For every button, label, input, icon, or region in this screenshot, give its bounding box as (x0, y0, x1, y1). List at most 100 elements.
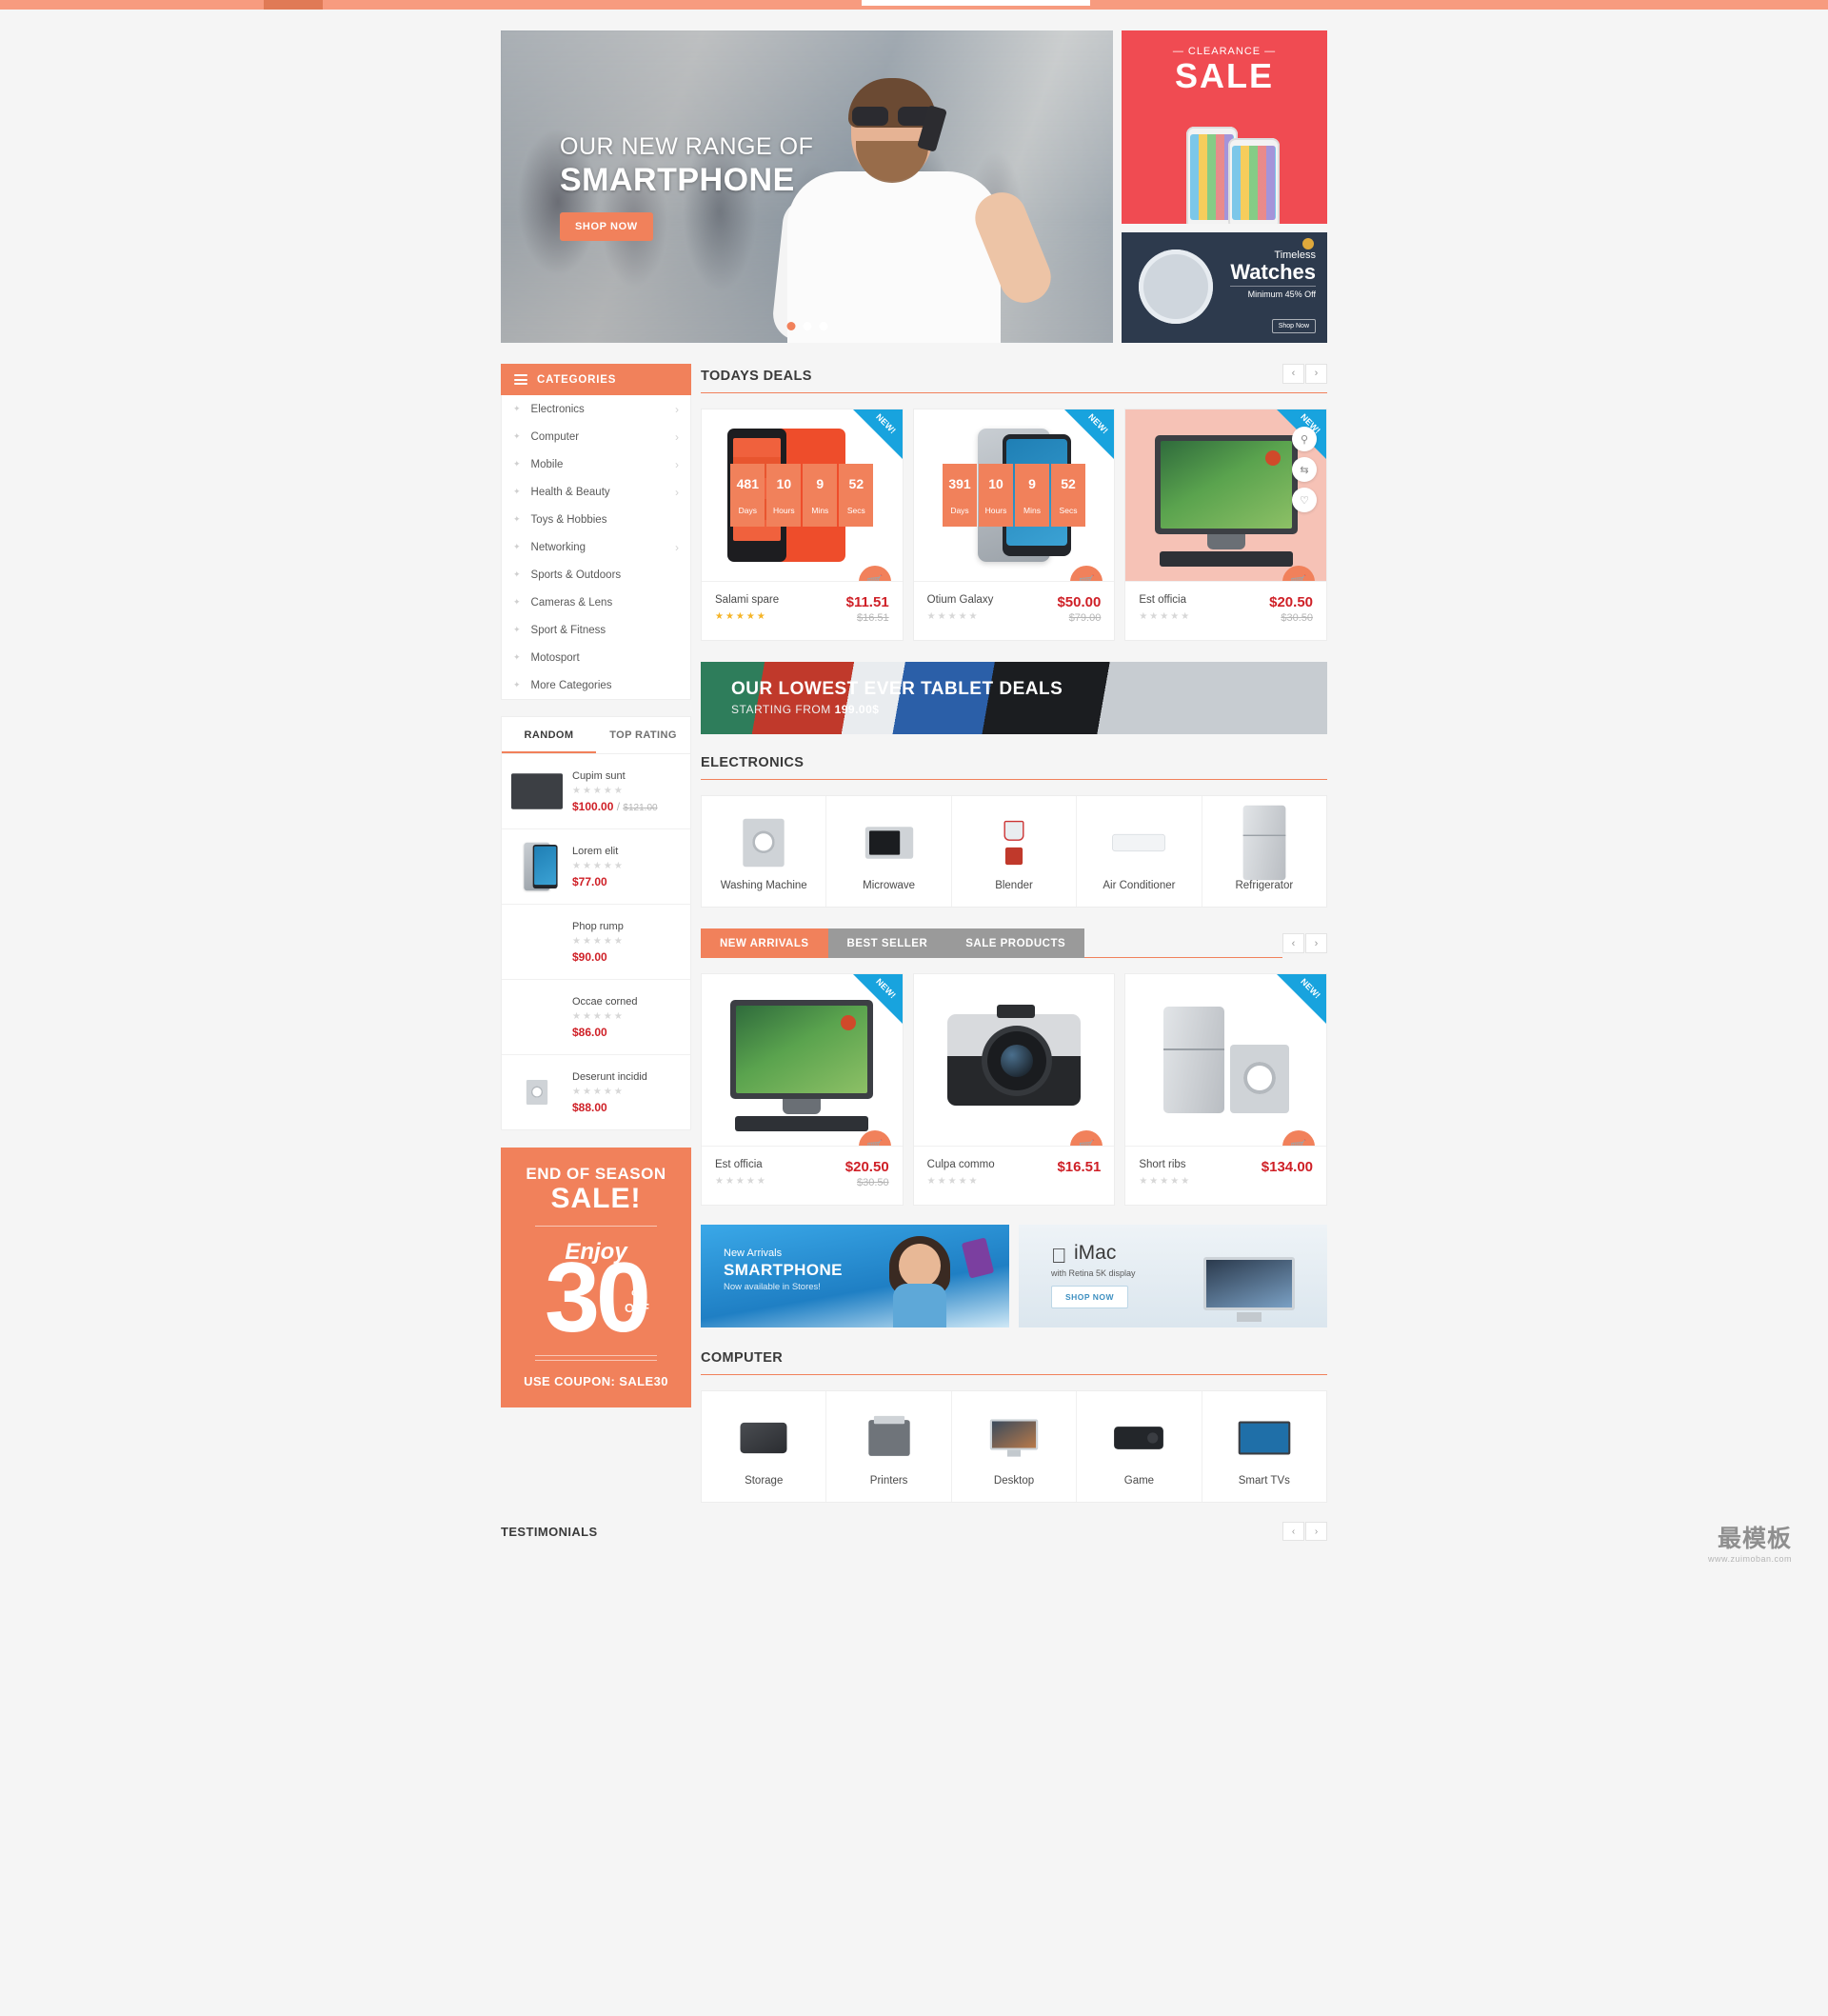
sidebar-category-label: Motosport (530, 651, 580, 664)
timer-hours-value: 10 (979, 470, 1013, 496)
ad-smartphone-kicker: New Arrivals (724, 1248, 783, 1259)
product-rating: ★★★★★ (926, 611, 980, 622)
promo-watch-title: Watches (1230, 260, 1316, 284)
add-to-cart-button[interactable]: 🛒 (1070, 1130, 1103, 1146)
product-card[interactable]: NEW! 391Days 10Hours 9Mins 52Secs 🛒 Otiu… (912, 409, 1116, 641)
hero-shop-now-button[interactable]: SHOP NOW (560, 212, 653, 241)
product-card[interactable]: NEW! ⚲ ⇆ ♡ 🛒 Est officia ★★★★★ (1124, 409, 1328, 641)
promo-watch-shop-button[interactable]: Shop Now (1271, 319, 1316, 333)
compare-icon[interactable]: ⇆ (1292, 457, 1318, 482)
season-sale-banner[interactable]: END OF SEASON SALE! Enjoy 30 % OFF USE CO… (501, 1148, 691, 1407)
hero-dot-3[interactable] (819, 322, 827, 330)
tab-sale-products[interactable]: SALE PRODUCTS (946, 928, 1085, 958)
arrivals-prev-button[interactable]: ‹ (1282, 933, 1304, 953)
category-cell[interactable]: Smart TVs (1202, 1391, 1326, 1502)
todays-deals-next-button[interactable]: › (1305, 364, 1327, 384)
category-cell[interactable]: Refrigerator (1202, 796, 1326, 907)
sidebar-category-item[interactable]: ✦ Sports & Outdoors (502, 561, 690, 589)
header-search-strip[interactable] (862, 0, 1090, 6)
season-line-2: SALE! (550, 1183, 642, 1214)
header-active-tab[interactable] (264, 0, 323, 10)
chevron-right-icon: › (675, 540, 679, 554)
product-rating: ★★★★★ (1139, 611, 1192, 622)
product-card[interactable]: NEW! 🛒 Short ribs ★★★★★ $134.00 (1124, 973, 1328, 1206)
hero-dots[interactable] (786, 322, 827, 330)
quick-view-icon[interactable]: ⚲ (1292, 427, 1318, 451)
sidebar-product-item[interactable]: Phop rump ★★★★★ $90.00 (502, 905, 690, 980)
add-to-cart-button[interactable]: 🛒 (858, 566, 891, 581)
category-cell[interactable]: Storage (702, 1391, 827, 1502)
category-cell[interactable]: Air Conditioner (1077, 796, 1202, 907)
category-cell[interactable]: Desktop (952, 1391, 1078, 1502)
ad-imac[interactable]:  iMac with Retina 5K display SHOP NOW (1019, 1225, 1327, 1327)
refrigerator-icon (1162, 1007, 1224, 1113)
category-cell[interactable]: Microwave (826, 796, 952, 907)
timer-mins-value: 9 (803, 470, 838, 496)
todays-deals-prev-button[interactable]: ‹ (1282, 364, 1304, 384)
add-to-cart-button[interactable]: 🛒 (1070, 566, 1103, 581)
product-card[interactable]: 🛒 Culpa commo ★★★★★ $16.51 (912, 973, 1116, 1206)
watermark-text: 最模板 (1717, 1526, 1792, 1552)
sidebar-category-item[interactable]: ✦ Computer › (502, 423, 690, 450)
category-cell[interactable]: Game (1077, 1391, 1202, 1502)
sidebar-product-item[interactable]: Lorem elit ★★★★★ $77.00 (502, 829, 690, 905)
product-rating: ★★★★★ (1139, 1176, 1192, 1187)
ad-imac-sub: with Retina 5K display (1051, 1268, 1136, 1278)
sidebar-category-item[interactable]: ✦ Electronics › (502, 395, 690, 423)
diamond-bullet-icon: ✦ (513, 514, 521, 524)
product-price: $90.00 (572, 949, 607, 964)
chevron-right-icon: › (675, 402, 679, 416)
tab-new-arrivals[interactable]: NEW ARRIVALS (701, 928, 828, 958)
add-to-cart-button[interactable]: 🛒 (1282, 1130, 1316, 1146)
hero-slider[interactable]: OUR NEW RANGE OF SMARTPHONE SHOP NOW (501, 30, 1113, 343)
tab-best-seller[interactable]: BEST SELLER (827, 928, 947, 958)
tv-icon (1202, 1410, 1326, 1466)
timer-secs-unit: Secs (1051, 499, 1085, 521)
sidebar-category-item[interactable]: ✦ Motosport (502, 644, 690, 671)
category-cell[interactable]: Blender (952, 796, 1078, 907)
add-to-cart-button[interactable]: 🛒 (1282, 566, 1316, 581)
category-cell[interactable]: Washing Machine (702, 796, 827, 907)
tablet-banner-price: 199.00$ (834, 703, 880, 716)
diamond-bullet-icon: ✦ (513, 625, 521, 634)
sidebar-product-item[interactable]: Deserunt incidid ★★★★★ $88.00 (502, 1055, 690, 1129)
sidebar-category-item[interactable]: ✦ Toys & Hobbies (502, 506, 690, 533)
hero-dot-1[interactable] (786, 322, 795, 330)
sidebar-category-item[interactable]: ✦ Cameras & Lens (502, 589, 690, 616)
content-column: TODAYS DEALS ‹ › NEW! 481Days 10Hours (701, 364, 1328, 1503)
ad-smartphone[interactable]: New Arrivals SMARTPHONE Now available in… (701, 1225, 1009, 1327)
testimonials-next-button[interactable]: › (1305, 1522, 1327, 1541)
wishlist-heart-icon[interactable]: ♡ (1292, 488, 1318, 512)
computer-category-strip: Storage Printers Desktop Game Smart TVs (701, 1390, 1327, 1503)
promo-phone-illustration (1122, 117, 1327, 224)
timer-days-value: 391 (943, 470, 977, 496)
sidebar-category-item[interactable]: ✦ Health & Beauty › (502, 478, 690, 506)
tab-random[interactable]: RANDOM (502, 717, 596, 753)
testimonials-prev-button[interactable]: ‹ (1282, 1522, 1304, 1541)
hard-drive-icon (702, 1410, 825, 1466)
promo-clearance-sale[interactable]: — CLEARANCE — SALE (1122, 30, 1327, 224)
sidebar-product-item[interactable]: Occae corned ★★★★★ $86.00 (502, 980, 690, 1055)
category-cell[interactable]: Printers (826, 1391, 952, 1502)
add-to-cart-button[interactable]: 🛒 (858, 1130, 891, 1146)
ad-smartphone-title: SMARTPHONE (724, 1261, 843, 1279)
camera-icon (947, 1005, 1081, 1106)
tab-top-rating[interactable]: TOP RATING (596, 717, 690, 753)
product-card[interactable]: NEW! 481Days 10Hours 9Mins 52Secs 🛒 Sala… (701, 409, 904, 641)
sidebar-category-item[interactable]: ✦ Sport & Fitness (502, 616, 690, 644)
season-discount-number: 30 (545, 1243, 651, 1353)
categories-header[interactable]: CATEGORIES (501, 364, 691, 395)
tablet-deals-banner[interactable]: OUR LOWEST EVER TABLET DEALS STARTING FR… (701, 662, 1327, 734)
promo-watches[interactable]: Timeless Watches Minimum 45% Off Shop No… (1122, 232, 1327, 343)
hero-dot-2[interactable] (803, 322, 811, 330)
product-price: $11.51 (845, 594, 889, 610)
sidebar-product-item[interactable]: Cupim sunt ★★★★★ $100.00 / $121.00 (502, 754, 690, 829)
promo-clearance-title: SALE (1174, 56, 1274, 95)
ad-imac-shop-button[interactable]: SHOP NOW (1051, 1286, 1129, 1308)
product-card[interactable]: NEW! 🛒 Est officia ★★★★★ $20.50 $30.50 (701, 973, 904, 1206)
arrivals-next-button[interactable]: › (1305, 933, 1327, 953)
sidebar-category-item[interactable]: ✦ More Categories (502, 671, 690, 699)
sidebar-category-item[interactable]: ✦ Mobile › (502, 450, 690, 478)
sidebar-category-item[interactable]: ✦ Networking › (502, 533, 690, 561)
testimonials-nav: ‹ › (1282, 1522, 1327, 1541)
